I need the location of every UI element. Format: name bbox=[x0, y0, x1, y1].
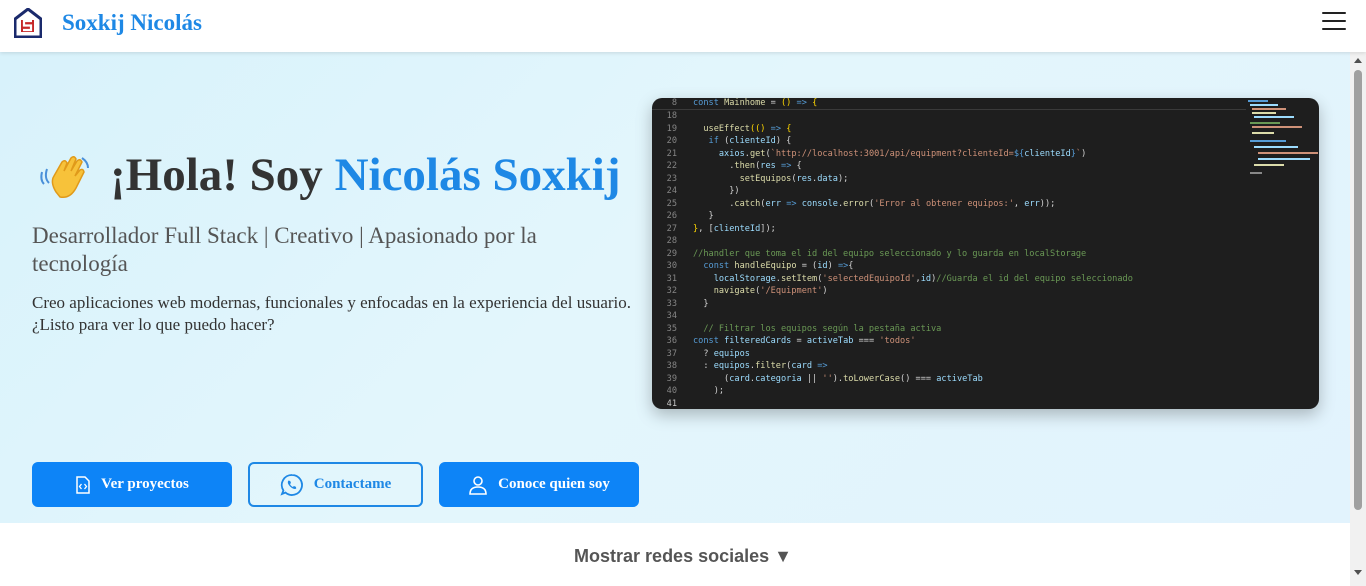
hero-title-prefix: ¡Hola! Soy bbox=[110, 149, 335, 201]
page-scrollbar[interactable] bbox=[1350, 52, 1366, 586]
navbar: Soxkij Nicolás bbox=[0, 0, 1366, 52]
user-icon bbox=[469, 475, 487, 495]
about-me-button[interactable]: Conoce quien soy bbox=[439, 462, 639, 507]
whatsapp-icon bbox=[280, 473, 303, 496]
house-s-logo-icon[interactable] bbox=[14, 8, 42, 38]
hero-title: ¡Hola! Soy Nicolás Soxkij bbox=[110, 148, 621, 202]
hero-title-name: Nicolás Soxkij bbox=[334, 149, 621, 201]
brand-name[interactable]: Soxkij Nicolás bbox=[62, 10, 202, 36]
scroll-up-arrow-icon[interactable] bbox=[1354, 58, 1362, 63]
code-file-icon bbox=[76, 475, 90, 494]
contact-button[interactable]: Contactame bbox=[248, 462, 423, 507]
scroll-thumb[interactable] bbox=[1354, 70, 1362, 510]
code-minimap bbox=[1246, 98, 1319, 198]
contact-label: Contactame bbox=[313, 476, 392, 492]
waving-hand-icon bbox=[40, 155, 89, 199]
hero-description: Creo aplicaciones web modernas, funciona… bbox=[32, 293, 632, 334]
hamburger-menu-icon[interactable] bbox=[1322, 11, 1346, 31]
show-social-links-toggle[interactable]: Mostrar redes sociales ▼ bbox=[0, 546, 1366, 567]
view-projects-button[interactable]: Ver proyectos bbox=[32, 462, 232, 507]
hero-subtitle: Desarrollador Full Stack | Creativo | Ap… bbox=[32, 223, 537, 276]
scroll-down-arrow-icon[interactable] bbox=[1354, 570, 1362, 575]
view-projects-label: Ver proyectos bbox=[101, 476, 189, 492]
about-me-label: Conoce quien soy bbox=[498, 476, 610, 492]
code-screenshot-image: 8 const Mainhome = () => { 18 19 useEffec… bbox=[652, 98, 1319, 409]
